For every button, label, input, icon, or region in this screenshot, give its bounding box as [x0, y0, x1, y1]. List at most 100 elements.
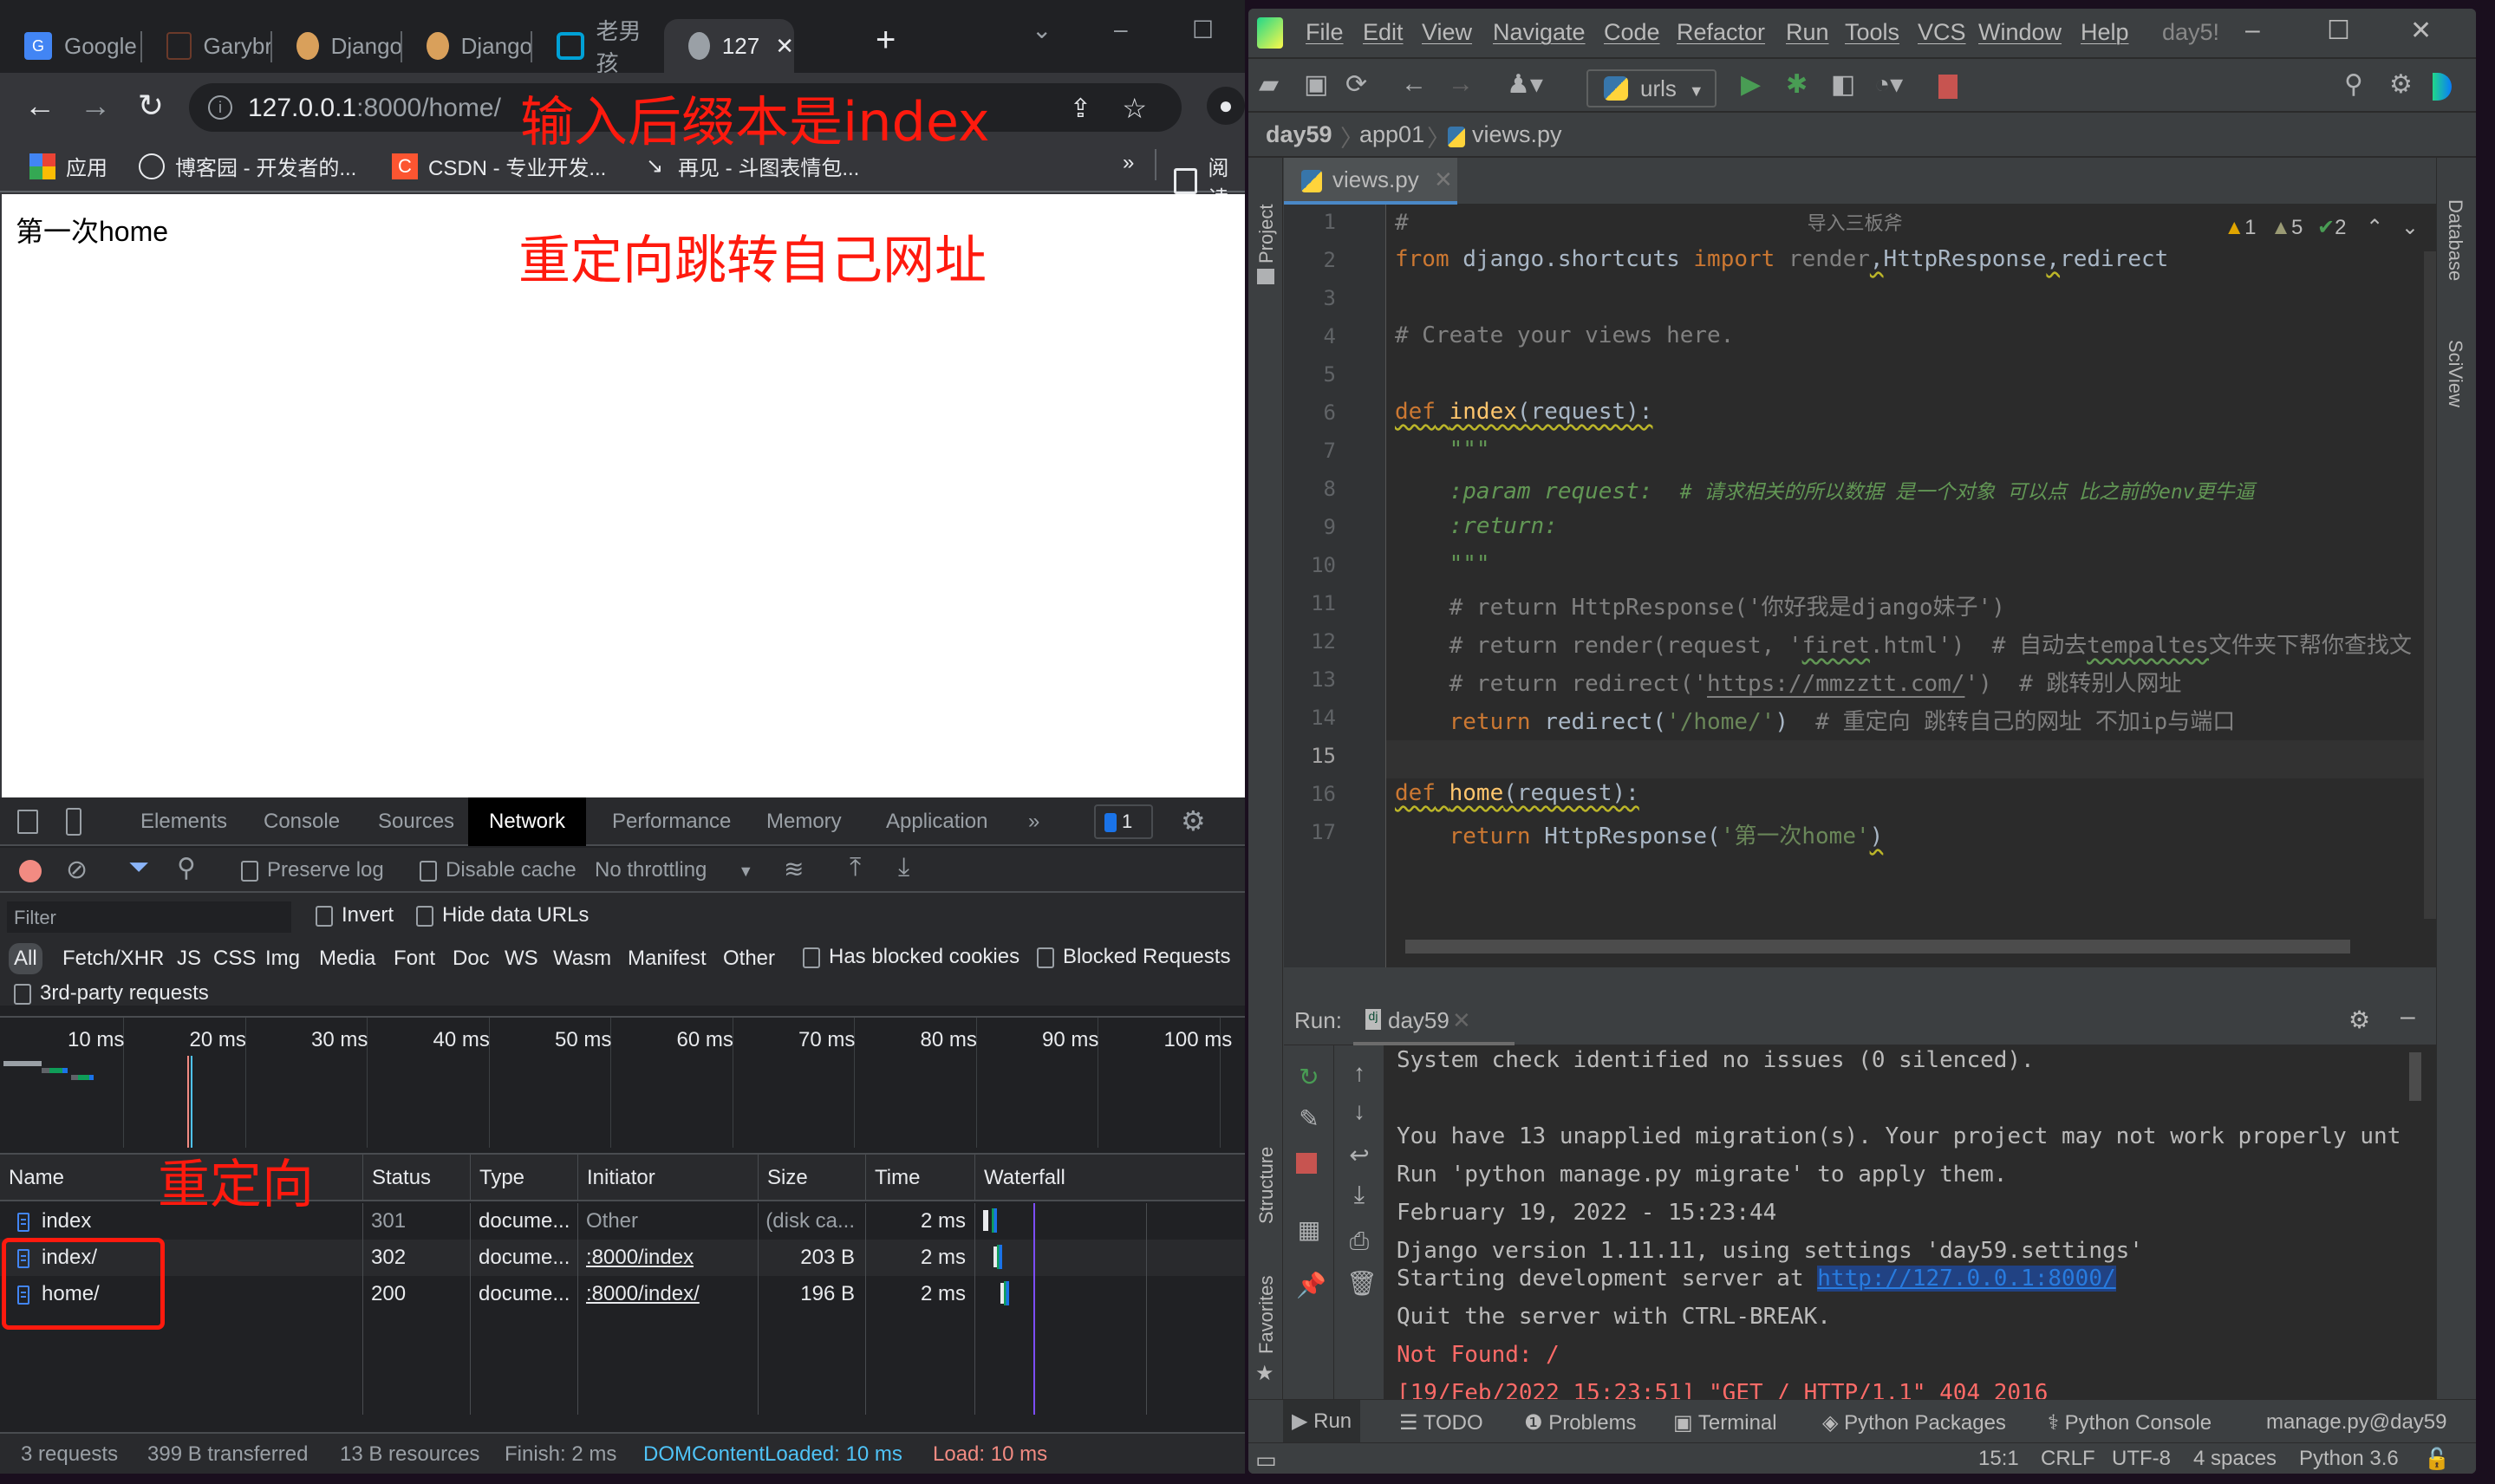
- print-icon[interactable]: ⎙: [1346, 1227, 1372, 1256]
- previous-highlight-icon[interactable]: ⌃: [2366, 216, 2383, 239]
- devtools-tab-console[interactable]: Console: [250, 797, 354, 846]
- back-icon[interactable]: ←: [19, 85, 61, 127]
- bottom-tab-problems[interactable]: ❶ Problems: [1524, 1410, 1637, 1435]
- hide-data-urls-checkbox[interactable]: Hide data URLs: [416, 903, 589, 928]
- sync-icon[interactable]: ⟳: [1345, 69, 1367, 100]
- open-folder-icon[interactable]: ▰: [1259, 69, 1279, 100]
- browser-tab-active[interactable]: 127 ✕: [664, 19, 794, 73]
- devtools-tab-sources[interactable]: Sources: [364, 797, 468, 846]
- record-button[interactable]: [19, 860, 42, 882]
- layout-icon[interactable]: ▦: [1296, 1215, 1322, 1244]
- bottom-tab-run[interactable]: ▶ Run: [1283, 1400, 1361, 1443]
- menu-file[interactable]: File: [1306, 19, 1344, 46]
- tool-window-sciview[interactable]: SciView: [2444, 340, 2466, 407]
- import-har-icon[interactable]: ⤒: [850, 853, 861, 882]
- column-header-status[interactable]: Status: [362, 1155, 431, 1201]
- filter-type-fetch-xhr[interactable]: Fetch/XHR: [62, 947, 164, 971]
- code-editor[interactable]: 1 2 3 4 5 6 7 8 9 10 11 12 13 14 15 16 17 # 导入三板斧 from dja…: [1284, 205, 2436, 967]
- network-conditions-icon[interactable]: ≋: [784, 855, 804, 883]
- menu-help[interactable]: Help: [2081, 19, 2129, 46]
- breadcrumb-project[interactable]: day59: [1266, 121, 1332, 148]
- request-initiator[interactable]: :8000/index/: [586, 1276, 700, 1312]
- filter-type-media[interactable]: Media: [319, 947, 375, 971]
- filter-icon[interactable]: ⏷: [128, 853, 149, 882]
- bottom-tab-python-console[interactable]: ⚕ Python Console: [2048, 1410, 2212, 1435]
- has-blocked-cookies-checkbox[interactable]: Has blocked cookies: [803, 945, 1019, 969]
- issues-badge[interactable]: 1: [1094, 804, 1153, 839]
- minimize-icon[interactable]: –: [2245, 16, 2260, 45]
- browser-tab[interactable]: 老男孩: [532, 18, 662, 76]
- filter-type-manifest[interactable]: Manifest: [628, 947, 707, 971]
- devtools-tab-application[interactable]: Application: [872, 797, 1001, 846]
- close-tab-icon[interactable]: ✕: [775, 33, 794, 60]
- menu-code[interactable]: Code: [1604, 19, 1660, 46]
- filter-type-ws[interactable]: WS: [505, 947, 538, 971]
- new-tab-button[interactable]: +: [876, 21, 896, 60]
- editor-scrollbar[interactable]: [2424, 251, 2436, 919]
- settings-icon[interactable]: ⚙: [2389, 69, 2413, 100]
- hide-panel-icon[interactable]: –: [2401, 1002, 2415, 1032]
- device-toolbar-icon[interactable]: [66, 808, 81, 836]
- bookmark-item[interactable]: 应用: [29, 151, 107, 181]
- request-initiator[interactable]: :8000/index: [586, 1240, 694, 1276]
- inspect-element-icon[interactable]: [17, 810, 38, 834]
- tool-window-favorites[interactable]: Favorites: [1255, 1276, 1278, 1354]
- site-info-icon[interactable]: i: [208, 95, 232, 120]
- browser-tab[interactable]: G Google: [0, 19, 142, 73]
- status-encoding[interactable]: UTF-8: [2112, 1447, 2171, 1471]
- console-scrollbar[interactable]: [2409, 1052, 2421, 1101]
- browser-tab[interactable]: Garybr: [142, 19, 272, 73]
- modify-config-icon[interactable]: ✎: [1296, 1104, 1322, 1133]
- menu-navigate[interactable]: Navigate: [1493, 19, 1586, 46]
- bottom-tab-terminal[interactable]: ▣ Terminal: [1673, 1410, 1777, 1435]
- server-url-link[interactable]: http://127.0.0.1:8000/: [1817, 1266, 2116, 1292]
- search-icon[interactable]: ⚲: [177, 853, 196, 883]
- blocked-requests-checkbox[interactable]: Blocked Requests: [1037, 945, 1230, 969]
- bookmarks-overflow-button[interactable]: »: [1123, 151, 1134, 175]
- filter-type-other[interactable]: Other: [723, 947, 775, 971]
- devtools-tab-memory[interactable]: Memory: [752, 797, 856, 846]
- maximize-icon[interactable]: ☐: [2327, 16, 2350, 46]
- code-with-me-icon[interactable]: [2433, 73, 2452, 101]
- stop-icon[interactable]: [1938, 75, 1958, 99]
- menu-window[interactable]: Window: [1978, 19, 2062, 46]
- profile-avatar-icon[interactable]: ●: [1207, 87, 1245, 125]
- close-run-tab-icon[interactable]: ✕: [1452, 1007, 1471, 1034]
- breadcrumb-folder[interactable]: app01: [1359, 121, 1424, 148]
- pin-tab-icon[interactable]: 📌: [1296, 1271, 1326, 1299]
- clear-icon[interactable]: ⊘: [66, 855, 88, 885]
- filter-type-doc[interactable]: Doc: [453, 947, 490, 971]
- tool-window-structure[interactable]: Structure: [1255, 1147, 1278, 1224]
- devtools-more-tabs[interactable]: »: [1014, 797, 1053, 846]
- search-everywhere-icon[interactable]: ⚲: [2344, 69, 2363, 100]
- request-row[interactable]: index/302 docume...:8000/index 203 B2 ms: [0, 1240, 1245, 1276]
- run-config-select[interactable]: urls ▼: [1586, 69, 1717, 107]
- filter-type-js[interactable]: JS: [177, 947, 201, 971]
- devtools-tab-performance[interactable]: Performance: [598, 797, 745, 846]
- run-icon[interactable]: ▶: [1741, 69, 1761, 100]
- bookmark-item[interactable]: 博客园 - 开发者的...: [139, 151, 356, 181]
- menu-vcs[interactable]: VCS: [1918, 19, 1966, 46]
- tool-window-project[interactable]: Project: [1255, 205, 1278, 264]
- tool-window-database[interactable]: Database: [2444, 199, 2466, 281]
- scroll-down-icon[interactable]: ↓: [1346, 1097, 1372, 1125]
- soft-wrap-icon[interactable]: ↩: [1346, 1141, 1372, 1169]
- invert-checkbox[interactable]: Invert: [316, 903, 394, 928]
- devtools-settings-icon[interactable]: ⚙: [1181, 804, 1206, 837]
- editor-tab-views-py[interactable]: views.py ✕: [1284, 158, 1457, 205]
- profile-icon[interactable]: ◔▾: [1874, 69, 1903, 100]
- column-header-type[interactable]: Type: [470, 1155, 524, 1201]
- bookmark-star-icon[interactable]: ☆: [1122, 92, 1147, 125]
- next-highlight-icon[interactable]: ⌄: [2401, 216, 2419, 239]
- scroll-to-end-icon[interactable]: ⤓: [1346, 1181, 1372, 1209]
- filter-type-css[interactable]: CSS: [213, 947, 256, 971]
- minimize-icon[interactable]: –: [1114, 16, 1128, 43]
- filter-type-font[interactable]: Font: [394, 947, 435, 971]
- status-caret-position[interactable]: 15:1: [1978, 1447, 2019, 1471]
- menu-refactor[interactable]: Refactor: [1677, 19, 1765, 46]
- navigate-forward-icon[interactable]: →: [1448, 69, 1474, 99]
- maximize-icon[interactable]: ☐: [1192, 16, 1214, 44]
- status-interpreter[interactable]: Python 3.6: [2299, 1447, 2399, 1471]
- menu-run[interactable]: Run: [1786, 19, 1829, 46]
- browser-tab[interactable]: Django: [402, 19, 532, 73]
